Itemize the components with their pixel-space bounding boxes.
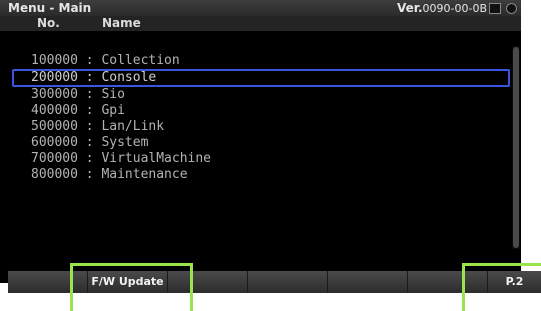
version-label: Ver. [396, 1, 423, 15]
menu-item-lan-link[interactable]: 500000 : Lan/Link [12, 119, 510, 135]
page-title: Menu - Main [8, 1, 92, 15]
menu-item-gpi[interactable]: 400000 : Gpi [12, 103, 510, 119]
function-key-6[interactable] [408, 271, 488, 293]
column-no: No. [37, 16, 60, 30]
main-screen: Menu - Main Ver.0090-00-0B No. Name 1000… [0, 0, 521, 283]
function-key-1[interactable] [8, 271, 88, 293]
menu-item-console[interactable]: 200000 : Console [12, 69, 510, 87]
menu-item-maintenance[interactable]: 800000 : Maintenance [12, 167, 510, 183]
scrollbar-thumb[interactable] [513, 47, 519, 248]
column-header: No. Name [0, 16, 521, 31]
version-display: Ver.0090-00-0B [397, 1, 487, 15]
menu-item-virtualmachine[interactable]: 700000 : VirtualMachine [12, 151, 510, 167]
menu-list: 100000 : Collection 200000 : Console 300… [12, 53, 510, 183]
page-2-button[interactable]: P.2 [488, 271, 541, 293]
function-key-4[interactable] [248, 271, 328, 293]
status-circle-icon [506, 3, 517, 14]
function-key-5[interactable] [328, 271, 408, 293]
status-square-icon [489, 3, 501, 14]
menu-item-collection[interactable]: 100000 : Collection [12, 53, 510, 69]
column-name: Name [102, 16, 141, 30]
fw-update-button[interactable]: F/W Update [88, 271, 168, 293]
menu-item-system[interactable]: 600000 : System [12, 135, 510, 151]
function-key-bar: F/W Update P.2 [8, 271, 541, 293]
title-bar: Menu - Main Ver.0090-00-0B [0, 0, 521, 16]
version-number: 0090-00-0B [422, 2, 487, 15]
menu-item-sio[interactable]: 300000 : Sio [12, 87, 510, 103]
function-key-3[interactable] [168, 271, 248, 293]
